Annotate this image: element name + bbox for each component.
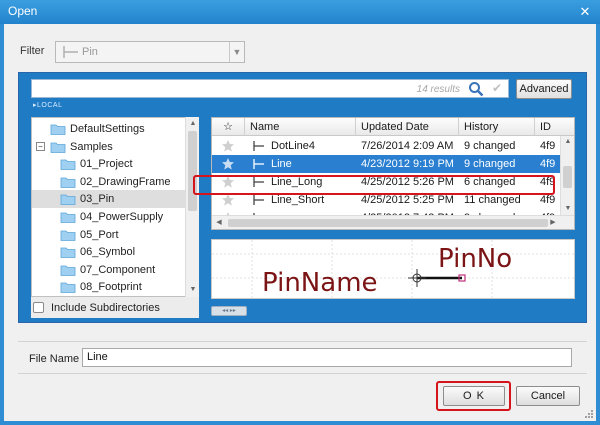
result-count: 14 results <box>416 84 460 95</box>
scroll-thumb[interactable] <box>188 131 197 211</box>
tree-item[interactable]: 03_Pin <box>32 190 185 209</box>
folder-icon <box>60 265 76 276</box>
star-icon[interactable] <box>221 193 235 207</box>
cell-history: 9 changed <box>464 140 516 152</box>
folder-icon <box>60 159 76 171</box>
tree-item[interactable]: 01_Project <box>32 155 185 173</box>
tree-item[interactable]: 02_DrawingFrame <box>32 173 185 191</box>
star-icon[interactable] <box>221 157 235 171</box>
scroll-left-icon[interactable]: ◀ <box>212 216 226 229</box>
tree-item[interactable]: 04_PowerSupply <box>32 208 185 226</box>
pin-symbol-icon <box>253 159 264 169</box>
tree-item[interactable]: 06_Symbol <box>32 243 185 261</box>
search-icon[interactable] <box>468 81 484 97</box>
grid-header: ☆ Name Updated Date History ID <box>212 118 574 136</box>
scroll-down-icon[interactable]: ▼ <box>561 203 574 215</box>
pin-name-text: PinName <box>262 268 378 298</box>
tree-item-label: 02_DrawingFrame <box>80 175 171 188</box>
pin-symbol-icon <box>253 141 264 151</box>
grid-horizontal-scrollbar[interactable]: ◀ ▶ <box>212 215 574 229</box>
cell-history: 9 changed <box>464 158 516 170</box>
folder-icon <box>60 282 76 294</box>
window-title: Open <box>8 4 38 18</box>
cell-name: DotLine4 <box>271 140 316 152</box>
tree-item-label: 05_Port <box>80 228 119 241</box>
tree-item-label: 03_Pin <box>80 193 115 206</box>
tree-item-label: 08_Footprint <box>80 281 142 294</box>
checkmark-icon[interactable]: ✔ <box>492 81 502 95</box>
scroll-down-icon[interactable]: ▼ <box>186 283 200 297</box>
include-subdirectories-label: Include Subdirectories <box>51 302 160 314</box>
cell-id: 4f9 <box>540 158 556 170</box>
scroll-up-icon[interactable]: ▲ <box>561 136 574 148</box>
header-id[interactable]: ID <box>535 118 574 136</box>
cell-name: Line <box>271 158 292 170</box>
preview-nav-button[interactable]: ◂◂ ▸▸ <box>211 306 247 316</box>
scroll-thumb[interactable] <box>228 219 548 227</box>
dialog-body: Filter Pin ▼ 14 results ✔ ▸LOCAL Advance… <box>4 24 596 421</box>
header-name[interactable]: Name <box>245 118 356 136</box>
ok-button[interactable]: O K <box>443 386 505 406</box>
cell-updated-date: 7/26/2014 2:09 AM <box>361 140 454 152</box>
folder-icon <box>60 194 76 206</box>
header-star[interactable]: ☆ <box>212 118 245 136</box>
tree-item-label: 01_Project <box>80 158 133 171</box>
collapse-icon[interactable]: − <box>36 141 45 151</box>
pin-symbol-icon <box>63 46 78 58</box>
scroll-thumb[interactable] <box>563 166 572 188</box>
file-name-group: File Name Line <box>18 341 587 374</box>
symbol-preview: PinName PinNo <box>211 239 575 299</box>
tree-item-label: 07_Component <box>80 263 156 276</box>
cell-updated-date: 4/23/2012 9:19 PM <box>361 158 454 170</box>
open-dialog: Open ✕ Filter Pin ▼ 14 results ✔ ▸LOCAL … <box>0 0 600 425</box>
cell-id: 4f9 <box>540 140 556 152</box>
selected-row-highlight <box>193 175 555 195</box>
search-input[interactable]: 14 results ✔ <box>31 79 509 98</box>
filter-label: Filter <box>20 45 45 57</box>
browser-panel: 14 results ✔ ▸LOCAL Advanced DefaultSett… <box>18 72 587 323</box>
filter-value: Pin <box>82 46 98 58</box>
folder-icon <box>60 230 76 241</box>
resize-grip-icon[interactable] <box>584 409 594 419</box>
file-name-input[interactable]: Line <box>82 348 572 367</box>
folder-icon <box>60 247 76 259</box>
scroll-right-icon[interactable]: ▶ <box>546 216 560 229</box>
tree-item[interactable]: 08_Footprint <box>32 278 185 296</box>
tree-item[interactable]: 07_Component <box>32 261 185 279</box>
chevron-down-icon[interactable]: ▼ <box>229 42 244 62</box>
folder-icon <box>60 212 76 223</box>
cancel-button[interactable]: Cancel <box>516 386 580 406</box>
tree-item[interactable]: 05_Port <box>32 226 185 244</box>
tree-item-label: Samples <box>70 140 113 153</box>
folder-icon <box>50 124 66 135</box>
folder-tree[interactable]: DefaultSettings − Samples 01_Project 02_Draw… <box>31 117 199 297</box>
advanced-button[interactable]: Advanced <box>516 79 572 99</box>
tree-item-label: 04_PowerSupply <box>80 211 164 223</box>
pin-symbol-icon <box>253 195 264 205</box>
header-updated-date[interactable]: Updated Date <box>356 118 459 136</box>
close-icon[interactable]: ✕ <box>576 3 594 21</box>
tree-item-label: DefaultSettings <box>70 123 145 135</box>
scope-label: ▸LOCAL <box>33 102 63 109</box>
file-grid: ☆ Name Updated Date History ID DotLine4 7… <box>211 117 575 230</box>
star-icon[interactable] <box>221 139 235 153</box>
filter-dropdown[interactable]: Pin ▼ <box>55 41 245 63</box>
checkbox-box[interactable] <box>33 302 44 313</box>
tree-item-label: 06_Symbol <box>80 246 136 259</box>
folder-icon <box>60 177 76 188</box>
folder-icon <box>50 142 66 153</box>
tree-scrollbar[interactable]: ▲ ▼ <box>185 117 199 297</box>
pin-number-text: PinNo <box>438 244 513 274</box>
header-history[interactable]: History <box>459 118 535 136</box>
folder-tree-area: DefaultSettings − Samples 01_Project 02_Draw… <box>31 117 199 318</box>
table-row[interactable]: DotLine4 7/26/2014 2:09 AM 9 changed 4f9 <box>212 137 560 155</box>
tree-item[interactable]: DefaultSettings <box>32 120 185 138</box>
grid-scrollbar[interactable]: ▲ ▼ <box>560 136 574 215</box>
scroll-up-icon[interactable]: ▲ <box>186 117 200 131</box>
table-row[interactable]: Line 4/23/2012 9:19 PM 9 changed 4f9 <box>212 155 560 173</box>
file-name-label: File Name <box>29 353 80 365</box>
tree-item[interactable]: − Samples <box>32 138 185 156</box>
title-bar[interactable]: Open ✕ <box>0 0 600 24</box>
